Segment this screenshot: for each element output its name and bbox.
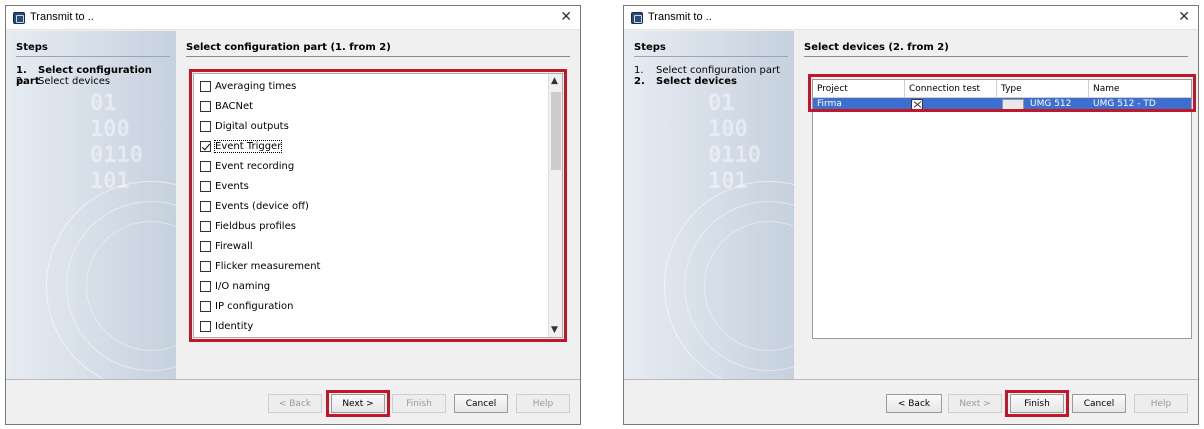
steps-divider bbox=[16, 56, 170, 57]
title-bar: Transmit to .. ✕ bbox=[624, 6, 1198, 30]
steps-sidebar: 01 100 0110 101 Steps 1. Select configura… bbox=[624, 31, 794, 379]
highlight-box bbox=[326, 390, 390, 417]
steps-heading: Steps bbox=[634, 42, 666, 53]
app-icon bbox=[631, 12, 643, 24]
step-label: Select configuration part bbox=[656, 65, 781, 76]
help-button[interactable]: Help bbox=[516, 394, 570, 413]
close-icon[interactable]: ✕ bbox=[1178, 9, 1190, 25]
step-number: 2. bbox=[634, 76, 645, 87]
step-2: 2. Select devices bbox=[634, 76, 737, 87]
steps-heading: Steps bbox=[16, 42, 48, 53]
app-icon bbox=[13, 12, 25, 24]
transmit-dialog-step1: Transmit to .. ✕ 01 100 0110 101 Steps 1… bbox=[5, 5, 581, 425]
window-title: Transmit to .. bbox=[648, 11, 712, 23]
heading-divider bbox=[186, 56, 570, 57]
cancel-button[interactable]: Cancel bbox=[454, 394, 508, 413]
transmit-dialog-step2: Transmit to .. ✕ 01 100 0110 101 Steps 1… bbox=[623, 5, 1199, 425]
back-button[interactable]: < Back bbox=[268, 394, 322, 413]
page-heading: Select configuration part (1. from 2) bbox=[186, 42, 391, 53]
button-bar: < Back Next > Finish Cancel Help bbox=[6, 379, 580, 424]
highlight-box bbox=[189, 69, 567, 342]
step-number: 1. bbox=[634, 65, 644, 76]
next-button[interactable]: Next > bbox=[948, 394, 1002, 413]
step-number: 1. bbox=[16, 65, 27, 76]
help-button[interactable]: Help bbox=[1134, 394, 1188, 413]
finish-button[interactable]: Finish bbox=[392, 394, 446, 413]
page-heading: Select devices (2. from 2) bbox=[804, 42, 949, 53]
title-bar: Transmit to .. ✕ bbox=[6, 6, 580, 30]
step-1: 1. Select configuration part bbox=[634, 65, 780, 76]
step-number: 2. bbox=[16, 76, 26, 87]
step-2: 2. Select devices bbox=[16, 76, 110, 87]
button-bar: < Back Next > Finish Cancel Help bbox=[624, 379, 1198, 424]
steps-sidebar: 01 100 0110 101 Steps 1. Select configura… bbox=[6, 31, 176, 379]
heading-divider bbox=[804, 56, 1188, 57]
devices-table: Project Connection test Type Name Firma … bbox=[812, 79, 1192, 339]
cancel-button[interactable]: Cancel bbox=[1072, 394, 1126, 413]
step-label: Select devices bbox=[656, 76, 737, 87]
step-label: Select devices bbox=[38, 76, 111, 87]
close-icon[interactable]: ✕ bbox=[560, 9, 572, 25]
window-title: Transmit to .. bbox=[30, 11, 94, 23]
highlight-box bbox=[1005, 390, 1069, 417]
back-button[interactable]: < Back bbox=[886, 394, 942, 413]
highlight-box bbox=[808, 74, 1196, 112]
steps-divider bbox=[634, 56, 788, 57]
